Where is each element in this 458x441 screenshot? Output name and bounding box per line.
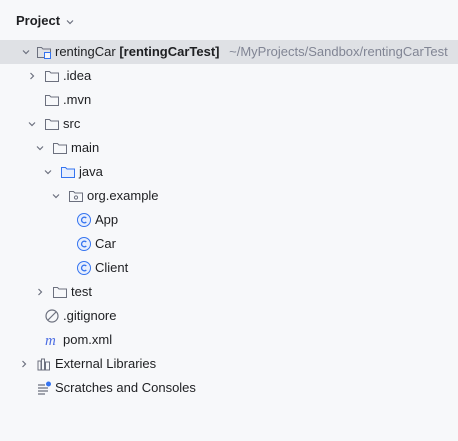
package-icon — [68, 188, 84, 204]
tree-item-label: Car — [95, 236, 116, 251]
tree-item-label: Client — [95, 260, 129, 275]
panel-title[interactable]: Project — [16, 13, 60, 28]
folder-icon — [52, 284, 68, 300]
folder-icon — [52, 140, 68, 156]
root-name: rentingCar — [55, 44, 116, 59]
chevron-right-icon[interactable] — [26, 70, 38, 82]
tree-row-class-client[interactable]: Client — [0, 256, 458, 280]
tree-item-label: main — [71, 140, 100, 155]
folder-icon — [44, 92, 60, 108]
tree-row-external-libraries[interactable]: External Libraries — [0, 352, 458, 376]
tree-item-label: .gitignore — [63, 308, 117, 323]
folder-icon — [44, 116, 60, 132]
chevron-down-icon[interactable] — [50, 190, 62, 202]
tree-row-root[interactable]: rentingCar [rentingCarTest] ~/MyProjects… — [0, 40, 458, 64]
tree-row-main[interactable]: main — [0, 136, 458, 160]
chevron-down-icon[interactable] — [65, 15, 75, 25]
chevron-down-icon[interactable] — [20, 46, 32, 58]
root-label: rentingCar [rentingCarTest] ~/MyProjects… — [55, 44, 448, 60]
tree-item-label: src — [63, 116, 81, 131]
root-path: ~/MyProjects/Sandbox/rentingCarTest — [229, 44, 448, 59]
tree-item-label: External Libraries — [55, 356, 157, 371]
tree-row-class-app[interactable]: App — [0, 208, 458, 232]
tree-item-label: .mvn — [63, 92, 92, 107]
chevron-down-icon[interactable] — [26, 118, 38, 130]
tree-item-label: org.example — [87, 188, 159, 203]
tree-row-pom[interactable]: m pom.xml — [0, 328, 458, 352]
project-tree: rentingCar [rentingCarTest] ~/MyProjects… — [0, 40, 458, 400]
tree-row-class-car[interactable]: Car — [0, 232, 458, 256]
chevron-right-icon[interactable] — [18, 358, 30, 370]
module-folder-icon — [36, 44, 52, 60]
library-icon — [36, 356, 52, 372]
class-icon — [76, 236, 92, 252]
chevron-down-icon[interactable] — [42, 166, 54, 178]
tree-item-label: pom.xml — [63, 332, 113, 347]
maven-icon: m — [44, 332, 60, 348]
folder-icon — [44, 68, 60, 84]
tree-row-package[interactable]: org.example — [0, 184, 458, 208]
source-folder-icon — [60, 164, 76, 180]
root-module: [rentingCarTest] — [119, 44, 220, 59]
tree-item-label: App — [95, 212, 119, 227]
ignored-file-icon — [44, 308, 60, 324]
tree-item-label: .idea — [63, 68, 92, 83]
tree-row-gitignore[interactable]: .gitignore — [0, 304, 458, 328]
tree-row-src[interactable]: src — [0, 112, 458, 136]
tree-row-mvn[interactable]: .mvn — [0, 88, 458, 112]
tree-row-test[interactable]: test — [0, 280, 458, 304]
tree-row-java[interactable]: java — [0, 160, 458, 184]
scratches-icon — [36, 380, 52, 396]
class-icon — [76, 260, 92, 276]
project-panel-header: Project — [0, 0, 458, 40]
tree-item-label: java — [79, 164, 103, 179]
chevron-down-icon[interactable] — [34, 142, 46, 154]
tree-item-label: test — [71, 284, 92, 299]
tree-item-label: Scratches and Consoles — [55, 380, 196, 395]
class-icon — [76, 212, 92, 228]
tree-row-scratches[interactable]: Scratches and Consoles — [0, 376, 458, 400]
tree-row-idea[interactable]: .idea — [0, 64, 458, 88]
chevron-right-icon[interactable] — [34, 286, 46, 298]
svg-text:m: m — [45, 333, 56, 348]
